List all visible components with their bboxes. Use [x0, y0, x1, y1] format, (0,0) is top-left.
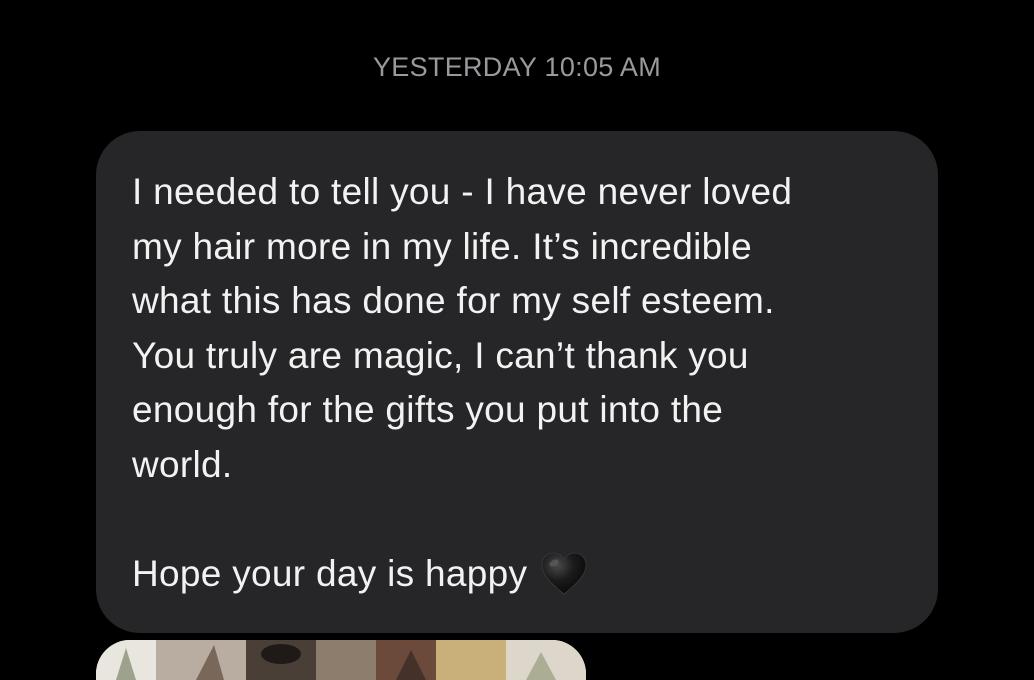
- message-text: I needed to tell you - I have never love…: [132, 165, 898, 601]
- message-timestamp: YESTERDAY 10:05 AM: [372, 52, 662, 82]
- black-heart-icon: [541, 552, 587, 596]
- message-bubble[interactable]: I needed to tell you - I have never love…: [96, 131, 938, 633]
- message-body: I needed to tell you - I have never love…: [132, 171, 793, 594]
- photo-attachment[interactable]: [96, 640, 586, 680]
- photo-thumbnail: [96, 640, 586, 680]
